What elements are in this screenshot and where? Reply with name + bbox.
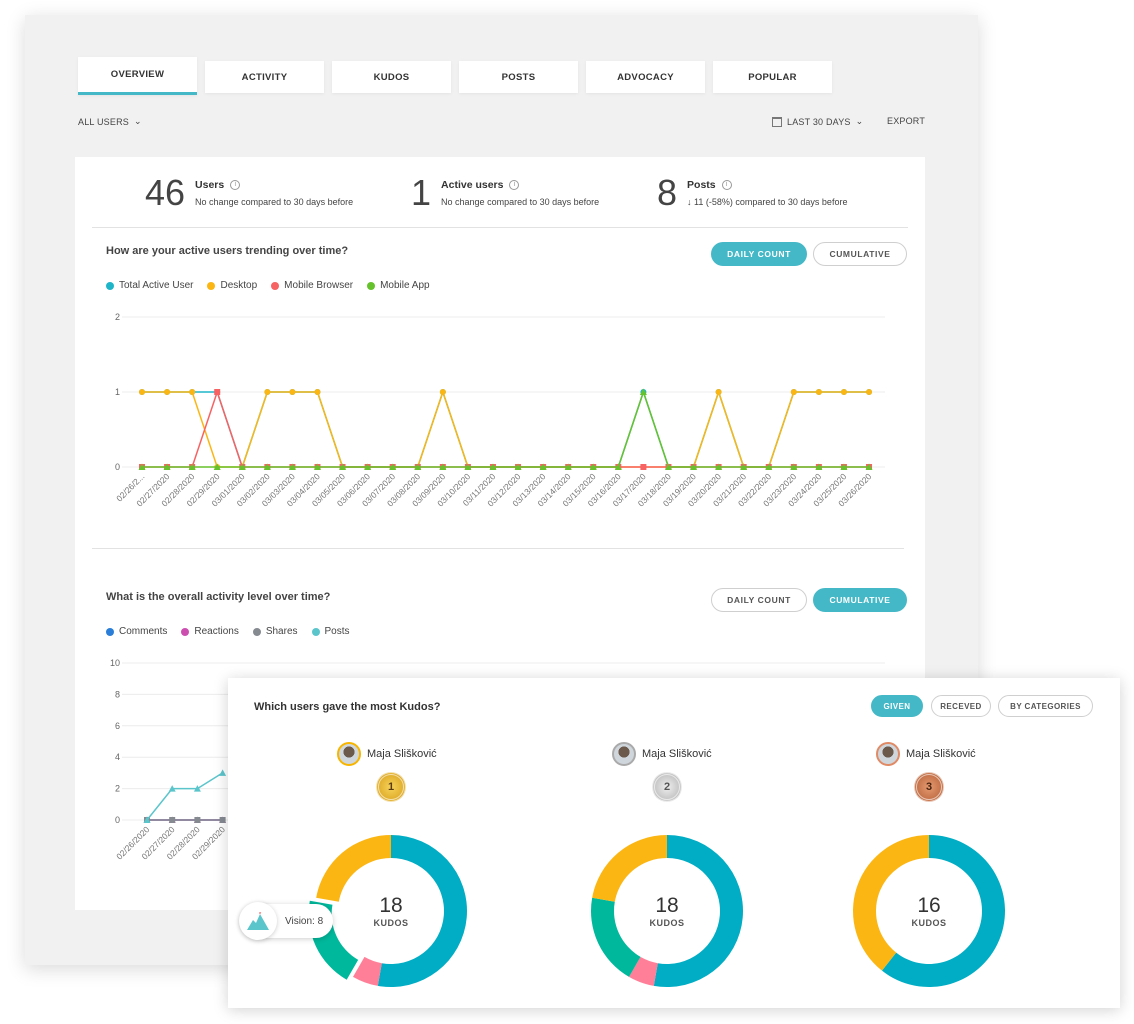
y-tick-label: 4 (115, 752, 120, 762)
data-point (790, 389, 797, 395)
data-point (640, 464, 647, 470)
series-line (142, 389, 870, 468)
y-tick-label: 10 (110, 658, 120, 668)
data-point (264, 389, 271, 395)
data-point (194, 817, 201, 823)
data-point (219, 769, 227, 776)
data-point (815, 389, 822, 395)
series-line (146, 772, 223, 821)
kudos-total: 16 (917, 894, 941, 917)
kudos-label: KUDOS (911, 918, 947, 928)
donut-slice (316, 835, 391, 902)
slice-tooltip: Vision: 8 (239, 902, 333, 940)
tooltip-text: Vision: 8 (285, 915, 324, 927)
kudos-total: 18 (655, 894, 679, 917)
data-point (840, 389, 847, 395)
mountain-icon (239, 902, 277, 940)
y-tick-label: 6 (115, 721, 120, 731)
data-point (439, 389, 446, 395)
data-point (715, 389, 722, 395)
data-point (866, 389, 873, 395)
donut-center: 18 KUDOS (351, 894, 431, 928)
y-tick-label: 2 (115, 312, 120, 322)
series-line (142, 389, 870, 468)
data-point (164, 389, 171, 395)
y-tick-label: 2 (115, 784, 120, 794)
y-tick-label: 0 (115, 462, 120, 472)
data-point (189, 389, 196, 395)
data-point (219, 817, 226, 823)
kudos-donuts (308, 835, 1005, 987)
kudos-total: 18 (379, 894, 403, 917)
data-point (314, 389, 321, 395)
kudos-label: KUDOS (649, 918, 685, 928)
donut-center: 16 KUDOS (889, 894, 969, 928)
series-line (142, 389, 870, 470)
y-tick-label: 0 (115, 815, 120, 825)
donut-slice (592, 835, 667, 902)
kudos-label: KUDOS (373, 918, 409, 928)
y-tick-label: 8 (115, 689, 120, 699)
data-point (214, 389, 221, 395)
y-tick-label: 1 (115, 387, 120, 397)
data-point (289, 389, 296, 395)
data-point (139, 389, 145, 395)
kudos-panel: Which users gave the most Kudos? GIVEN R… (228, 678, 1120, 1008)
data-point (169, 817, 176, 823)
series-line (142, 389, 870, 468)
donut-center: 18 KUDOS (627, 894, 707, 928)
